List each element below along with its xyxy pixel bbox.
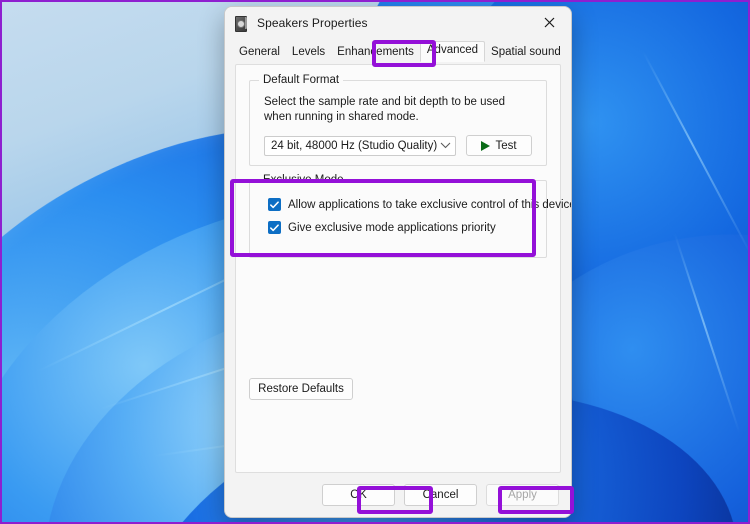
default-format-description: Select the sample rate and bit depth to … <box>264 96 506 123</box>
default-format-group-title: Default Format <box>259 74 344 86</box>
restore-defaults-button[interactable]: Restore Defaults <box>249 378 353 400</box>
checkbox-exclusive-priority[interactable]: Give exclusive mode applications priorit… <box>268 221 496 234</box>
sample-rate-combobox[interactable]: 24 bit, 48000 Hz (Studio Quality) <box>264 135 456 156</box>
play-icon <box>481 140 491 151</box>
dialog-footer: OK Cancel Apply <box>225 473 571 517</box>
tab-content-panel: Default Format Select the sample rate an… <box>235 64 571 473</box>
tab-general[interactable]: General <box>233 43 286 62</box>
exclusive-mode-group: Exclusive Mode Allow applications to tak… <box>249 174 571 258</box>
chevron-down-icon <box>440 142 451 149</box>
speakers-properties-dialog: Speakers Properties General Levels Enhan… <box>224 6 572 518</box>
sample-rate-value: 24 bit, 48000 Hz (Studio Quality) <box>271 139 438 152</box>
default-format-group: Default Format Select the sample rate an… <box>249 74 547 166</box>
title-bar: Speakers Properties <box>225 7 571 38</box>
ok-button[interactable]: OK <box>322 484 395 506</box>
checkbox-checked-icon <box>268 198 281 211</box>
default-format-row: 24 bit, 48000 Hz (Studio Quality) Test <box>264 135 532 156</box>
speaker-icon <box>233 15 249 32</box>
exclusive-mode-group-title: Exclusive Mode <box>259 174 348 186</box>
tab-spatial-sound[interactable]: Spatial sound <box>485 43 567 62</box>
test-button-label: Test <box>495 139 517 152</box>
tab-strip: General Levels Enhancements Advanced Spa… <box>225 40 571 62</box>
test-button[interactable]: Test <box>466 135 532 156</box>
checkbox-allow-exclusive-control-label: Allow applications to take exclusive con… <box>288 198 572 211</box>
screenshot-root: Speakers Properties General Levels Enhan… <box>0 0 750 524</box>
apply-button[interactable]: Apply <box>486 484 559 506</box>
close-icon[interactable] <box>527 7 571 38</box>
tab-advanced[interactable]: Advanced <box>419 41 486 62</box>
checkbox-exclusive-priority-label: Give exclusive mode applications priorit… <box>288 221 496 234</box>
checkbox-checked-icon <box>268 221 281 234</box>
window-title: Speakers Properties <box>257 15 368 30</box>
checkbox-allow-exclusive-control[interactable]: Allow applications to take exclusive con… <box>268 198 572 211</box>
cancel-button[interactable]: Cancel <box>404 484 477 506</box>
tab-enhancements[interactable]: Enhancements <box>331 43 420 62</box>
tab-levels[interactable]: Levels <box>286 43 331 62</box>
